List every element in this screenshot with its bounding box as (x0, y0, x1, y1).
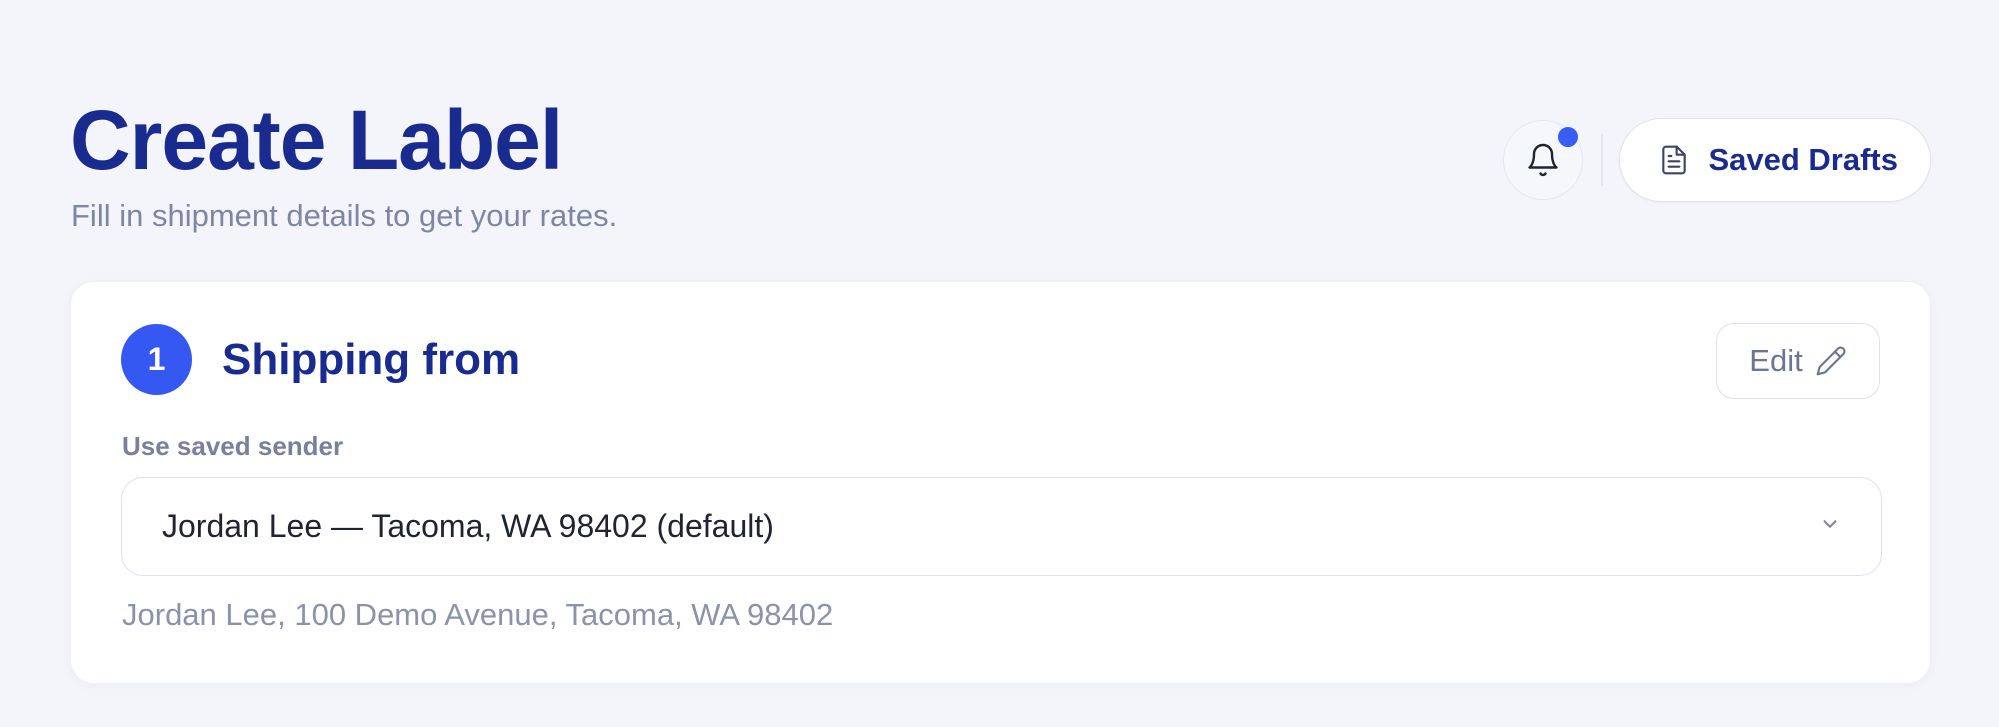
saved-drafts-label: Saved Drafts (1708, 142, 1898, 177)
edit-button[interactable]: Edit (1716, 323, 1880, 399)
step-number-badge: 1 (121, 324, 192, 395)
saved-sender-select[interactable]: Jordan Lee — Tacoma, WA 98402 (default) (121, 477, 1882, 576)
chevron-down-icon (1819, 513, 1841, 540)
edit-label: Edit (1749, 343, 1803, 378)
saved-sender-label: Use saved sender (122, 431, 344, 461)
document-icon (1662, 145, 1687, 175)
selected-sender-value: Jordan Lee — Tacoma, WA 98402 (default) (162, 508, 774, 544)
header-divider (1601, 134, 1604, 186)
notifications-button[interactable] (1503, 120, 1584, 200)
create-label-page: Create Label Fill in shipment details to… (0, 0, 1999, 727)
page-subtitle: Fill in shipment details to get your rat… (71, 198, 618, 233)
pencil-icon (1816, 346, 1846, 376)
section-title: Shipping from (222, 335, 521, 384)
shipping-from-card: 1 Shipping from Edit Use saved sender Jo… (70, 281, 1931, 684)
page-title: Create Label (70, 93, 563, 187)
notification-dot (1555, 124, 1582, 150)
sender-address-preview: Jordan Lee, 100 Demo Avenue, Tacoma, WA … (122, 597, 834, 632)
bell-icon (1528, 143, 1559, 177)
saved-drafts-button[interactable]: Saved Drafts (1619, 118, 1931, 202)
header-actions: Saved Drafts (1503, 118, 1931, 202)
